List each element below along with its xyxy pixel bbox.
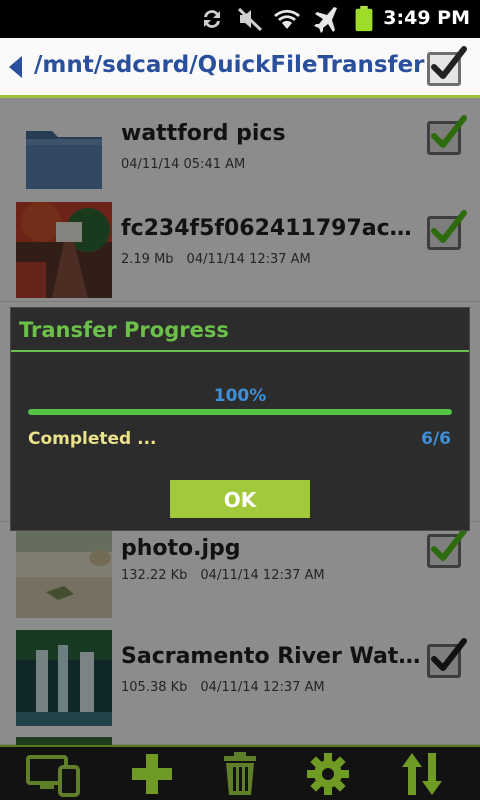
- ok-button[interactable]: OK: [170, 480, 310, 518]
- add-icon[interactable]: [122, 751, 182, 797]
- progress-percent: 100%: [213, 386, 267, 406]
- status-text: Completed ...: [28, 429, 157, 449]
- battery-icon: [355, 5, 373, 32]
- airplane-icon: [314, 7, 337, 33]
- wifi-icon: [274, 9, 300, 29]
- file-count: 6/6: [421, 429, 451, 449]
- back-arrow-icon[interactable]: [6, 54, 26, 80]
- transfer-icon[interactable]: [392, 751, 452, 797]
- status-bar: 3:49 PM: [0, 0, 480, 38]
- transfer-progress-dialog: Transfer Progress 100% Completed ... 6/6…: [10, 307, 470, 531]
- bottom-toolbar: [0, 745, 480, 800]
- trash-icon[interactable]: [210, 751, 270, 797]
- mute-icon: [237, 7, 263, 32]
- clock: 3:49 PM: [383, 7, 470, 29]
- progress-bar: [28, 409, 452, 415]
- current-path: /mnt/sdcard/QuickFileTransfer: [34, 52, 425, 78]
- title-divider: [11, 350, 469, 352]
- settings-icon[interactable]: [298, 751, 358, 797]
- sync-icon: [204, 10, 220, 28]
- check-icon: [431, 46, 467, 79]
- devices-icon[interactable]: [24, 751, 84, 797]
- dialog-title: Transfer Progress: [19, 318, 229, 342]
- select-all-checkbox[interactable]: [427, 46, 467, 86]
- progress-bar-fill: [28, 409, 452, 415]
- path-header: /mnt/sdcard/QuickFileTransfer: [0, 38, 480, 98]
